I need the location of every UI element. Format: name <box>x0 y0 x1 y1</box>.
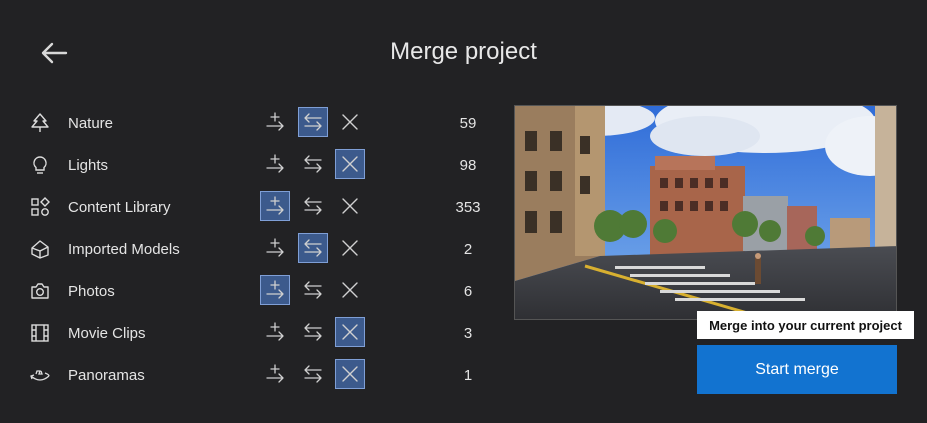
category-count: 353 <box>455 199 481 216</box>
category-row-panoramas: Panoramas 1 <box>28 359 498 391</box>
preview-image <box>514 105 897 320</box>
merge-replace-option[interactable] <box>298 149 328 179</box>
add-icon <box>266 280 284 299</box>
category-label: Imported Models <box>68 241 180 258</box>
360-icon <box>28 364 52 386</box>
add-icon <box>266 364 284 383</box>
merge-skip-option[interactable] <box>335 149 365 179</box>
add-icon <box>266 322 284 341</box>
category-count: 2 <box>463 241 473 258</box>
category-label: Nature <box>68 115 114 132</box>
merge-add-option[interactable] <box>260 317 290 347</box>
merge-replace-option[interactable] <box>298 317 328 347</box>
swap-arrows-icon <box>304 281 322 299</box>
category-count: 59 <box>459 115 477 132</box>
category-label: Movie Clips <box>68 325 146 342</box>
camera-icon <box>28 280 52 302</box>
shapes-icon <box>28 196 52 218</box>
merge-add-option[interactable] <box>260 275 290 305</box>
swap-arrows-icon <box>304 197 322 215</box>
add-icon <box>266 154 284 173</box>
film-icon <box>28 322 52 344</box>
merge-skip-option[interactable] <box>335 317 365 347</box>
category-count: 1 <box>463 367 473 384</box>
merge-add-option[interactable] <box>260 107 290 137</box>
merge-skip-option[interactable] <box>335 107 365 137</box>
category-label: Content Library <box>68 199 171 216</box>
merge-replace-option[interactable] <box>298 359 328 389</box>
page-title: Merge project <box>390 38 537 65</box>
category-count: 6 <box>463 283 473 300</box>
cube-icon <box>28 238 52 260</box>
category-count: 3 <box>463 325 473 342</box>
merge-skip-option[interactable] <box>335 359 365 389</box>
merge-tooltip: Merge into your current project <box>697 311 914 339</box>
add-icon <box>266 238 284 257</box>
category-row-nature: Nature 59 <box>28 107 498 139</box>
merge-add-option[interactable] <box>260 359 290 389</box>
merge-skip-option[interactable] <box>335 275 365 305</box>
category-row-movie-clips: Movie Clips 3 <box>28 317 498 349</box>
swap-arrows-icon <box>304 113 322 131</box>
merge-replace-option[interactable] <box>298 275 328 305</box>
merge-replace-option[interactable] <box>298 233 328 263</box>
close-icon <box>342 156 358 172</box>
merge-skip-option[interactable] <box>335 233 365 263</box>
category-row-lights: Lights 98 <box>28 149 498 181</box>
close-icon <box>342 324 358 340</box>
merge-skip-option[interactable] <box>335 191 365 221</box>
swap-arrows-icon <box>304 365 322 383</box>
add-icon <box>266 112 284 131</box>
lightbulb-icon <box>28 154 52 176</box>
merge-replace-option[interactable] <box>298 107 328 137</box>
add-icon <box>266 196 284 215</box>
category-row-imported-models: Imported Models 2 <box>28 233 498 265</box>
merge-add-option[interactable] <box>260 149 290 179</box>
category-count: 98 <box>459 157 477 174</box>
swap-arrows-icon <box>304 155 322 173</box>
close-icon <box>342 240 358 256</box>
tree-icon <box>28 112 52 134</box>
merge-add-option[interactable] <box>260 191 290 221</box>
swap-arrows-icon <box>304 323 322 341</box>
merge-replace-option[interactable] <box>298 191 328 221</box>
close-icon <box>342 198 358 214</box>
close-icon <box>342 366 358 382</box>
merge-add-option[interactable] <box>260 233 290 263</box>
close-icon <box>342 282 358 298</box>
category-label: Lights <box>68 157 109 174</box>
swap-arrows-icon <box>304 239 322 257</box>
category-label: Panoramas <box>68 367 145 384</box>
category-row-content-library: Content Library 353 <box>28 191 498 223</box>
close-icon <box>342 114 358 130</box>
start-merge-button[interactable]: Start merge <box>697 345 897 394</box>
category-label: Photos <box>68 283 115 300</box>
category-row-photos: Photos 6 <box>28 275 498 307</box>
